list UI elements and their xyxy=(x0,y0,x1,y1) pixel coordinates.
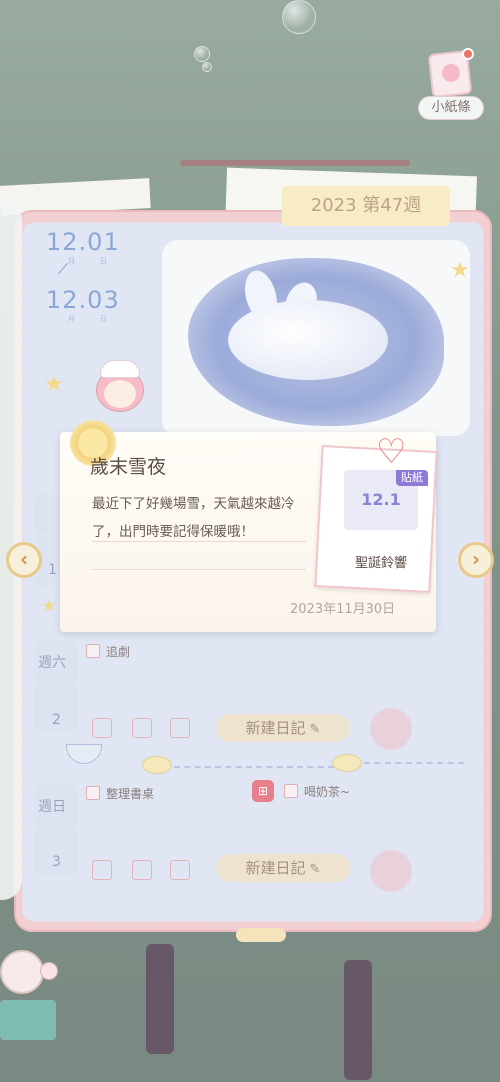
heart-icon: ♡ xyxy=(376,432,407,472)
chevron-left-icon[interactable]: ‹ xyxy=(6,542,42,578)
diary-date: 2023年11月30日 xyxy=(290,602,396,617)
sticker-badge: 貼紙 xyxy=(396,470,428,486)
diary-title: 歲末雪夜 xyxy=(90,456,167,478)
diary-body: 最近下了好幾場雪，天氣越來越冷了，出門時要記得保暖哦！ xyxy=(92,496,295,540)
sticker-name: 聖誕鈴響 xyxy=(354,556,407,571)
chevron-right-icon[interactable]: › xyxy=(458,542,494,578)
